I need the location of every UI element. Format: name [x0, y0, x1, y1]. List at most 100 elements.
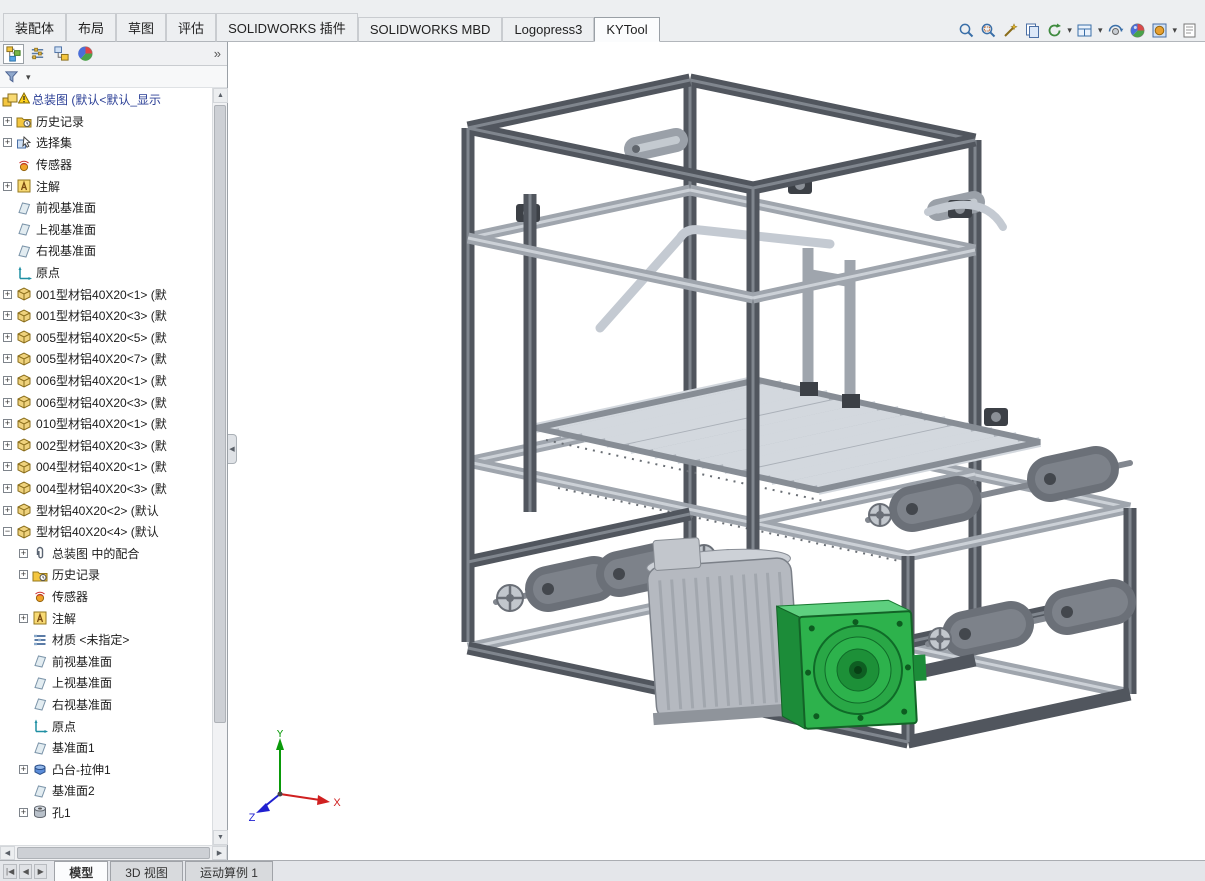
expand-icon[interactable]: + [3, 354, 12, 363]
tree-item[interactable]: +001型材铝40X20<1> (默 [0, 283, 212, 305]
tree-hscrollbar[interactable]: ◀ ▶ [0, 845, 227, 860]
tree-item[interactable]: 右视基准面 [0, 240, 212, 262]
tree-item[interactable]: +孔1 [0, 802, 212, 824]
panel-tab-display-manager[interactable] [75, 44, 96, 64]
tree-item[interactable]: 传感器 [0, 586, 212, 608]
expand-icon[interactable]: + [19, 808, 28, 817]
rotate-view-icon[interactable] [1106, 21, 1124, 39]
tree-item[interactable]: +006型材铝40X20<1> (默 [0, 370, 212, 392]
expand-icon[interactable]: + [19, 765, 28, 774]
expand-icon[interactable]: + [3, 506, 12, 515]
dropdown-caret-icon[interactable]: ▾ [1067, 25, 1072, 35]
graphics-viewport[interactable]: Y X Z ◀ [228, 42, 1205, 860]
dropdown-caret-icon[interactable]: ▾ [1172, 25, 1177, 35]
vscroll-thumb[interactable] [214, 105, 226, 723]
tree-item[interactable]: 前视基准面 [0, 197, 212, 219]
tree-item[interactable]: +型材铝40X20<2> (默认 [0, 499, 212, 521]
tree-item[interactable]: −型材铝40X20<4> (默认 [0, 521, 212, 543]
expand-icon[interactable]: + [3, 290, 12, 299]
scroll-left-icon[interactable]: ◀ [0, 846, 15, 860]
expand-icon[interactable]: + [3, 484, 12, 493]
ribbon-tab[interactable]: 草图 [116, 13, 166, 42]
tree-item[interactable]: +总装图 中的配合 [0, 542, 212, 564]
panel-splitter[interactable]: ◀ [228, 434, 237, 464]
filter-row[interactable]: ▾ [0, 66, 227, 88]
panel-tab-configuration-manager[interactable] [51, 44, 72, 64]
tree-item[interactable]: +010型材铝40X20<1> (默 [0, 413, 212, 435]
tree-item[interactable]: 上视基准面 [0, 219, 212, 241]
magic-wand-icon[interactable] [1001, 21, 1019, 39]
panel-overflow-button[interactable]: » [214, 46, 221, 61]
tree-item[interactable]: 前视基准面 [0, 650, 212, 672]
tree-item[interactable]: 原点 [0, 715, 212, 737]
tree-item[interactable]: +001型材铝40X20<3> (默 [0, 305, 212, 327]
expand-icon[interactable]: + [3, 117, 12, 126]
expand-icon[interactable]: + [3, 398, 12, 407]
ribbon-tab[interactable]: KYTool [594, 17, 659, 42]
expand-icon[interactable]: + [3, 311, 12, 320]
zoom-fit-icon[interactable] [957, 21, 975, 39]
tree-item[interactable]: 基准面2 [0, 780, 212, 802]
ribbon-tab[interactable]: Logopress3 [502, 17, 594, 42]
expand-icon[interactable]: + [3, 182, 12, 191]
expand-icon[interactable]: + [19, 614, 28, 623]
tree-item[interactable]: +005型材铝40X20<7> (默 [0, 348, 212, 370]
expand-icon[interactable]: + [19, 549, 28, 558]
tree-item[interactable]: +历史记录 [0, 111, 212, 133]
pages-icon[interactable] [1023, 21, 1041, 39]
ribbon-tab[interactable]: 布局 [66, 13, 116, 42]
tree-item[interactable]: 总装图 (默认<默认_显示 [0, 89, 212, 111]
zoom-area-icon[interactable] [979, 21, 997, 39]
scene-sphere-icon[interactable] [1150, 21, 1168, 39]
collapse-icon[interactable]: − [3, 527, 12, 536]
tree-item[interactable]: +004型材铝40X20<3> (默 [0, 478, 212, 500]
hscroll-thumb[interactable] [17, 847, 210, 859]
panel-tab-feature-tree[interactable] [3, 44, 24, 64]
scroll-right-icon[interactable]: ▶ [212, 846, 227, 860]
tree-item[interactable]: +凸台-拉伸1 [0, 758, 212, 780]
tree-item[interactable]: +006型材铝40X20<3> (默 [0, 391, 212, 413]
ribbon-tab[interactable]: SOLIDWORKS MBD [358, 17, 503, 42]
tree-item[interactable]: +005型材铝40X20<5> (默 [0, 327, 212, 349]
appearance-sphere-icon[interactable] [1128, 21, 1146, 39]
triad-y-label: Y [276, 730, 284, 740]
tree-item[interactable]: 原点 [0, 262, 212, 284]
ribbon-tab[interactable]: 装配体 [3, 13, 66, 42]
expand-icon[interactable]: + [3, 441, 12, 450]
ribbon-tab[interactable]: SOLIDWORKS 插件 [216, 13, 358, 42]
bottom-tab[interactable]: 运动算例 1 [185, 861, 273, 881]
filter-caret-icon[interactable]: ▾ [26, 72, 31, 82]
view-window-icon[interactable] [1076, 21, 1094, 39]
expand-icon[interactable]: + [3, 333, 12, 342]
tree-item[interactable]: +002型材铝40X20<3> (默 [0, 435, 212, 457]
nav-first-icon[interactable]: |◀ [3, 864, 17, 879]
tree-item[interactable]: +注解 [0, 175, 212, 197]
expand-icon[interactable]: + [3, 376, 12, 385]
nav-prev-icon[interactable]: ◀ [19, 864, 32, 879]
scroll-down-icon[interactable]: ▼ [213, 830, 228, 845]
refresh-icon[interactable] [1045, 21, 1063, 39]
tree-item[interactable]: 基准面1 [0, 737, 212, 759]
expand-icon[interactable]: + [19, 570, 28, 579]
expand-icon[interactable]: + [3, 462, 12, 471]
dropdown-caret-icon[interactable]: ▾ [1098, 25, 1103, 35]
tree-item[interactable]: +选择集 [0, 132, 212, 154]
scroll-up-icon[interactable]: ▲ [213, 88, 228, 103]
bottom-tab[interactable]: 3D 视图 [110, 861, 183, 881]
expand-icon[interactable]: + [3, 419, 12, 428]
tree-item[interactable]: +注解 [0, 607, 212, 629]
cad-model[interactable] [228, 42, 1205, 860]
tree-vscrollbar[interactable]: ▲ ▼ [212, 88, 227, 845]
ribbon-tab[interactable]: 评估 [166, 13, 216, 42]
expand-icon[interactable]: + [3, 138, 12, 147]
panel-tab-property-manager[interactable] [27, 44, 48, 64]
tree-item[interactable]: 材质 <未指定> [0, 629, 212, 651]
tree-item[interactable]: 传感器 [0, 154, 212, 176]
doc-partial-icon[interactable] [1181, 21, 1199, 39]
bottom-tab[interactable]: 模型 [54, 861, 108, 881]
tree-item[interactable]: 右视基准面 [0, 694, 212, 716]
nav-next-icon[interactable]: ▶ [34, 864, 47, 879]
tree-item[interactable]: +004型材铝40X20<1> (默 [0, 456, 212, 478]
tree-item[interactable]: 上视基准面 [0, 672, 212, 694]
tree-item[interactable]: +历史记录 [0, 564, 212, 586]
